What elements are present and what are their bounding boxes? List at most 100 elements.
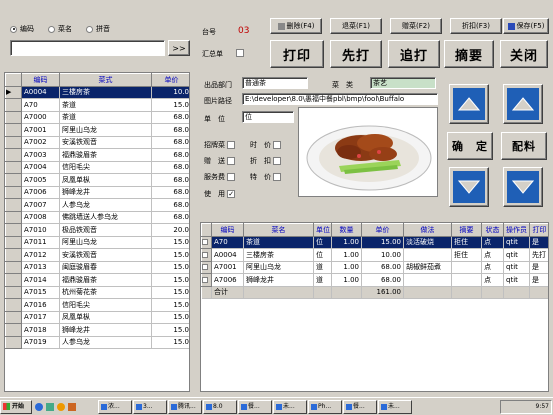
order-cell-print[interactable]: 先打: [529, 248, 548, 262]
order-cell-note[interactable]: [451, 273, 482, 287]
menu-item-price[interactable]: 15.0: [151, 273, 189, 287]
menu-item-name[interactable]: 阿里山乌龙: [59, 236, 152, 249]
menu-item-code[interactable]: A7012: [21, 248, 60, 262]
category-field[interactable]: 茶艺: [370, 77, 436, 89]
row-selector[interactable]: [5, 335, 22, 349]
gift-dish-button[interactable]: 赠菜(F2): [390, 18, 442, 34]
menu-item-name[interactable]: 杭州菊花茶: [59, 286, 152, 299]
taskbar-window-button[interactable]: 8.0: [203, 399, 237, 414]
menu-item-code[interactable]: A7014: [21, 273, 60, 287]
menu-list-row[interactable]: A7011 阿里山乌龙 15.0: [5, 235, 189, 249]
menu-item-price[interactable]: 15.0: [151, 336, 189, 349]
order-col-method[interactable]: 做法: [403, 223, 452, 237]
menu-item-price[interactable]: 15.0: [151, 311, 189, 324]
menu-list-row[interactable]: A7003 福鼎骏眉茶 68.0: [5, 148, 189, 162]
menu-list-row[interactable]: A7008 佛跳墙送人参乌龙 68.0: [5, 210, 189, 224]
order-cell-code[interactable]: A7001: [211, 261, 244, 274]
menu-list-row[interactable]: A7005 凤凰单枞 68.0: [5, 173, 189, 187]
row-selector[interactable]: [5, 173, 22, 187]
menu-list-row[interactable]: A70 茶道 15.0: [5, 98, 189, 112]
checkbox-icon[interactable]: [227, 173, 236, 181]
order-cell-note[interactable]: 拒住: [451, 248, 482, 262]
close-button[interactable]: 关闭: [500, 40, 548, 68]
order-cell-unit[interactable]: 道: [313, 273, 332, 287]
row-selector[interactable]: [5, 98, 22, 112]
menu-item-price[interactable]: 68.0: [151, 186, 189, 199]
radio-icon[interactable]: [48, 25, 55, 33]
order-cell-unit[interactable]: 位: [313, 248, 332, 262]
menu-list-row[interactable]: A7018 狮峰龙井 15.0: [5, 323, 189, 337]
order-cell-operator[interactable]: qtit: [503, 273, 530, 287]
row-selector[interactable]: [201, 235, 212, 249]
order-cell-status[interactable]: 点: [481, 261, 504, 274]
menu-list-row[interactable]: A7006 狮峰龙井 68.0: [5, 185, 189, 199]
order-cell-price[interactable]: 15.00: [361, 236, 404, 249]
order-row[interactable]: A0004 三楼房茶位 1.00 10.00 拒住点 qtit 先打: [201, 248, 548, 262]
taskbar-window-button[interactable]: 餐...: [343, 399, 377, 414]
search-input[interactable]: [10, 40, 165, 56]
nav-up-right[interactable]: [503, 84, 543, 124]
radio-icon[interactable]: [10, 25, 17, 33]
menu-item-price[interactable]: 68.0: [151, 161, 189, 174]
order-cell-status[interactable]: 点: [481, 248, 504, 262]
menu-item-price[interactable]: 68.0: [151, 136, 189, 149]
order-cell-qty[interactable]: 1.00: [331, 273, 362, 287]
menu-list-row[interactable]: A7012 安溪铁观音 15.0: [5, 248, 189, 262]
row-selector[interactable]: [5, 148, 22, 162]
order-cell-method[interactable]: 胡椒鲜茄煮: [403, 261, 452, 274]
order-cell-name[interactable]: 阿里山乌龙: [243, 261, 314, 274]
order-row[interactable]: A7006 狮峰龙井道 1.00 68.00 点 qtit 是: [201, 273, 548, 287]
menu-item-name[interactable]: 安溪铁观音: [59, 248, 152, 262]
delete-button[interactable]: 删除(F4): [270, 18, 322, 34]
menu-item-name[interactable]: 信阳毛尖: [59, 161, 152, 174]
radio-icon[interactable]: [86, 25, 93, 33]
menu-col-price[interactable]: 单价: [151, 73, 189, 87]
summary-button[interactable]: 摘要: [444, 40, 494, 68]
taskbar-window-button[interactable]: Ph...: [308, 399, 342, 414]
taskbar-window-button[interactable]: 3...: [133, 399, 167, 414]
menu-item-name[interactable]: 信阳毛尖: [59, 298, 152, 312]
row-selector[interactable]: [5, 310, 22, 324]
order-cell-note[interactable]: 拒住: [451, 236, 482, 249]
menu-item-code[interactable]: A7004: [21, 161, 60, 174]
row-checkbox[interactable]: [202, 276, 208, 283]
order-cell-operator[interactable]: qtit: [503, 261, 530, 274]
taskbar-window-button[interactable]: 未...: [378, 399, 412, 414]
dept-field[interactable]: 普通茶: [242, 77, 308, 89]
menu-item-name[interactable]: 极品铁观音: [59, 223, 152, 237]
menu-item-code[interactable]: A7001: [21, 123, 60, 137]
order-col-operator[interactable]: 操作员: [503, 223, 530, 237]
order-cell-method[interactable]: 淡活破烧: [403, 236, 452, 249]
row-selector[interactable]: [5, 285, 22, 299]
menu-item-name[interactable]: 狮峰龙井: [59, 186, 152, 199]
order-cell-status[interactable]: 点: [481, 236, 504, 249]
menu-col-code[interactable]: 编码: [21, 73, 60, 87]
row-selector[interactable]: [5, 273, 22, 287]
search-mode-pinyin[interactable]: 拼音: [86, 24, 110, 36]
row-selector[interactable]: [5, 323, 22, 337]
row-selector[interactable]: [5, 160, 22, 174]
order-col-print[interactable]: 打印: [529, 223, 548, 237]
flag-special-price[interactable]: 特 价: [250, 172, 282, 182]
menu-item-name[interactable]: 闽庭骏眉春: [59, 261, 152, 274]
flag-discount[interactable]: 折 扣: [250, 156, 282, 166]
confirm-button[interactable]: 确 定: [447, 132, 493, 160]
use-checkbox[interactable]: ✓: [227, 190, 236, 198]
menu-item-code[interactable]: A7017: [21, 311, 60, 324]
order-cell-print[interactable]: 是: [529, 261, 548, 274]
row-checkbox[interactable]: [202, 239, 208, 246]
row-selector[interactable]: [5, 110, 22, 124]
menu-item-price[interactable]: 68.0: [151, 211, 189, 224]
return-dish-button[interactable]: 退菜(F1): [330, 18, 382, 34]
unit-field[interactable]: 位: [242, 111, 294, 123]
menu-list-row[interactable]: A7019 人参乌龙 15.0: [5, 335, 189, 349]
summary-checkbox[interactable]: [236, 49, 244, 57]
order-col-note[interactable]: 摘要: [451, 223, 482, 237]
desktop-icon[interactable]: [46, 402, 54, 411]
menu-item-price[interactable]: 15.0: [151, 236, 189, 249]
order-cell-name[interactable]: 茶道: [243, 236, 314, 249]
order-cell-name[interactable]: 三楼房茶: [243, 248, 314, 262]
row-selector[interactable]: [5, 260, 22, 274]
row-selector[interactable]: [5, 248, 22, 262]
menu-list-row[interactable]: A7015 杭州菊花茶 15.0: [5, 285, 189, 299]
